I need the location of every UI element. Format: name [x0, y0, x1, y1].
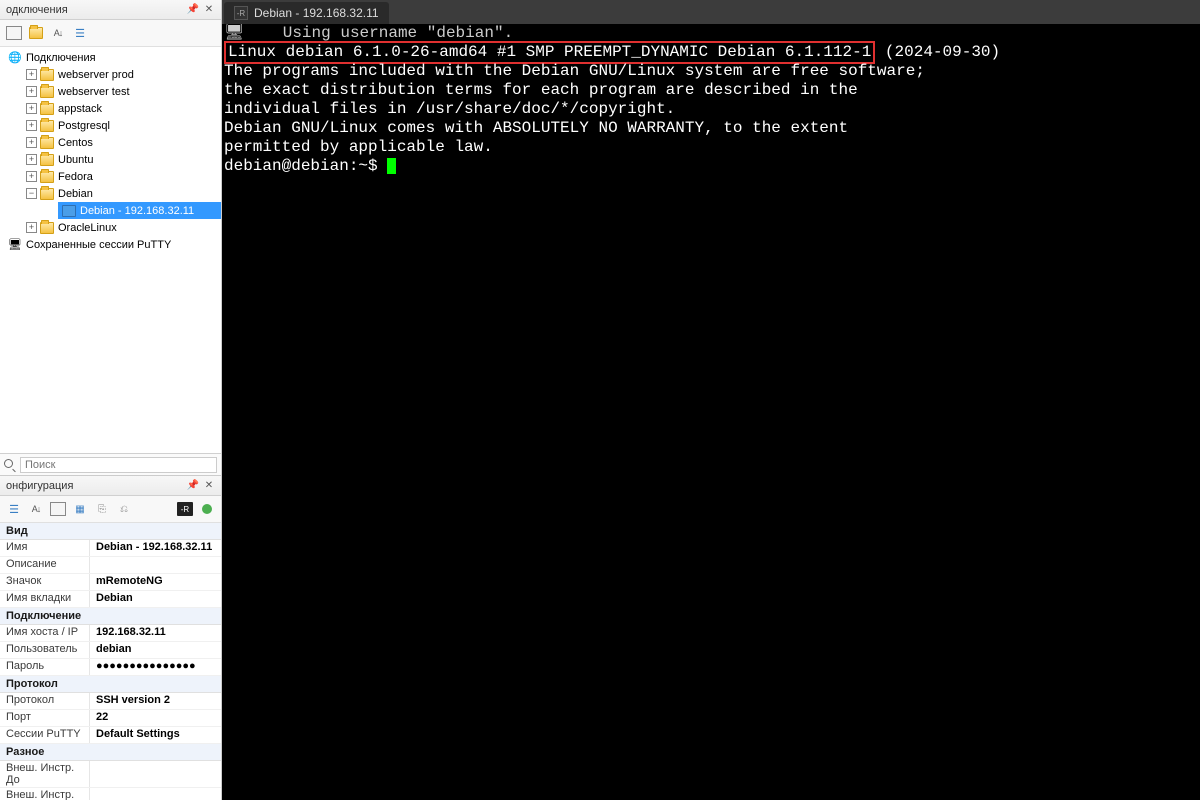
term-line-login: Using username "debian".	[254, 24, 513, 42]
folder-icon	[40, 222, 54, 234]
terminal-output[interactable]: 🖥 Using username "debian".Linux debian 6…	[222, 24, 1200, 800]
prop-row-password[interactable]: Пароль●●●●●●●●●●●●●●●	[0, 659, 221, 676]
shell-prompt: debian@debian:~$	[224, 157, 387, 175]
tree-item-debian-connection[interactable]: Debian - 192.168.32.11	[58, 202, 221, 219]
prop-row-tabname[interactable]: Имя вкладкиDebian	[0, 591, 221, 608]
prop-row-description[interactable]: Описание	[0, 557, 221, 574]
prop-category-connection[interactable]: Подключение	[0, 608, 221, 625]
prop-row-ext-before[interactable]: Внеш. Инстр. До	[0, 761, 221, 788]
term-motd-3: individual files in /usr/share/doc/*/cop…	[224, 100, 1198, 119]
categorize-button[interactable]	[4, 499, 24, 519]
prop-row-host[interactable]: Имя хоста / IP192.168.32.11	[0, 625, 221, 642]
term-motd-1: The programs included with the Debian GN…	[224, 62, 1198, 81]
kernel-info-highlighted: Linux debian 6.1.0-26-amd64 #1 SMP PREEM…	[224, 41, 875, 64]
prop-default-button[interactable]: ⎌	[114, 499, 134, 519]
new-connection-button[interactable]	[4, 23, 24, 43]
config-panel: онфигурация 📌 ✕ ▦ ⎘ ⎌ -R Вид ИмяDebian -…	[0, 475, 221, 800]
folder-icon	[40, 103, 54, 115]
expand-button[interactable]	[70, 23, 90, 43]
left-sidebar: одключения 📌 ✕ Подключения +webserver pr…	[0, 0, 222, 800]
properties-grid[interactable]: Вид ИмяDebian - 192.168.32.11 Описание З…	[0, 523, 221, 800]
tree-item-webserver-test[interactable]: +webserver test	[22, 83, 221, 100]
expander-icon[interactable]: +	[26, 103, 37, 114]
tree-item-postgresql[interactable]: +Postgresql	[22, 117, 221, 134]
term-warranty-1: Debian GNU/Linux comes with ABSOLUTELY N…	[224, 119, 1198, 138]
properties-toolbar: ▦ ⎘ ⎌ -R	[0, 496, 221, 523]
terminal-icon: -R	[234, 6, 248, 20]
tree-item-ubuntu[interactable]: +Ubuntu	[22, 151, 221, 168]
term-motd-2: the exact distribution terms for each pr…	[224, 81, 1198, 100]
folder-icon	[40, 86, 54, 98]
pin-icon[interactable]: 📌	[187, 4, 199, 16]
search-input[interactable]	[20, 457, 217, 473]
folder-icon	[40, 137, 54, 149]
status-indicator	[197, 499, 217, 519]
prop-category-view[interactable]: Вид	[0, 523, 221, 540]
expander-icon[interactable]: +	[26, 86, 37, 97]
prop-inherit-button[interactable]: ⎘	[92, 499, 112, 519]
tab-debian[interactable]: -R Debian - 192.168.32.11	[224, 2, 389, 24]
globe-icon	[8, 52, 22, 64]
green-dot-icon	[202, 504, 212, 514]
connection-icon	[62, 205, 76, 217]
close-icon[interactable]: ✕	[203, 480, 215, 492]
cursor	[387, 158, 396, 174]
close-icon[interactable]: ✕	[203, 4, 215, 16]
prop-category-misc[interactable]: Разное	[0, 744, 221, 761]
prop-grid-button[interactable]: ▦	[70, 499, 90, 519]
prop-row-name[interactable]: ИмяDebian - 192.168.32.11	[0, 540, 221, 557]
prop-page-button[interactable]	[48, 499, 68, 519]
connections-toolbar	[0, 20, 221, 47]
search-box	[0, 453, 221, 475]
prop-row-user[interactable]: Пользовательdebian	[0, 642, 221, 659]
folder-icon	[40, 69, 54, 81]
folder-icon	[40, 171, 54, 183]
connections-title: одключения	[6, 4, 68, 16]
search-icon	[4, 459, 16, 471]
main-area: -R Debian - 192.168.32.11 🖥 Using userna…	[222, 0, 1200, 800]
tree-item-fedora[interactable]: +Fedora	[22, 168, 221, 185]
tree-item-oraclelinux[interactable]: +OracleLinux	[22, 219, 221, 236]
expander-icon[interactable]: −	[26, 188, 37, 199]
folder-icon	[40, 120, 54, 132]
term-line-date: (2024-09-30)	[875, 43, 1000, 61]
config-title: онфигурация	[6, 480, 73, 492]
expander-icon[interactable]: +	[26, 171, 37, 182]
sort-button[interactable]	[48, 23, 68, 43]
expander-icon[interactable]: +	[26, 154, 37, 165]
tree-item-centos[interactable]: +Centos	[22, 134, 221, 151]
prop-row-icon[interactable]: ЗначокmRemoteNG	[0, 574, 221, 591]
connections-panel-header: одключения 📌 ✕	[0, 0, 221, 20]
prop-row-ext-after[interactable]: Внеш. Инстр. По...	[0, 788, 221, 800]
expander-icon[interactable]: +	[26, 120, 37, 131]
new-folder-button[interactable]	[26, 23, 46, 43]
prop-row-port[interactable]: Порт22	[0, 710, 221, 727]
term-warranty-2: permitted by applicable law.	[224, 138, 1198, 157]
config-panel-header: онфигурация 📌 ✕	[0, 476, 221, 496]
tab-bar: -R Debian - 192.168.32.11	[222, 0, 1200, 24]
putty-icon: 🖥	[8, 239, 22, 251]
tree-item-appstack[interactable]: +appstack	[22, 100, 221, 117]
remote-badge[interactable]: -R	[175, 499, 195, 519]
prop-row-putty-session[interactable]: Сессии PuTTYDefault Settings	[0, 727, 221, 744]
tab-label: Debian - 192.168.32.11	[254, 6, 379, 20]
folder-icon	[40, 188, 54, 200]
connection-tree[interactable]: Подключения +webserver prod +webserver t…	[0, 47, 221, 453]
expander-icon[interactable]: +	[26, 222, 37, 233]
folder-icon	[40, 154, 54, 166]
prop-row-protocol[interactable]: ПротоколSSH version 2	[0, 693, 221, 710]
expander-icon[interactable]: +	[26, 137, 37, 148]
prop-category-protocol[interactable]: Протокол	[0, 676, 221, 693]
expander-icon[interactable]: +	[26, 69, 37, 80]
tree-item-debian[interactable]: −Debian	[22, 185, 221, 202]
tree-root-node[interactable]: Подключения	[4, 49, 221, 66]
sort-az-button[interactable]	[26, 499, 46, 519]
tree-item-webserver-prod[interactable]: +webserver prod	[22, 66, 221, 83]
tree-item-putty-sessions[interactable]: 🖥Сохраненные сессии PuTTY	[4, 236, 221, 253]
pin-icon[interactable]: 📌	[187, 480, 199, 492]
